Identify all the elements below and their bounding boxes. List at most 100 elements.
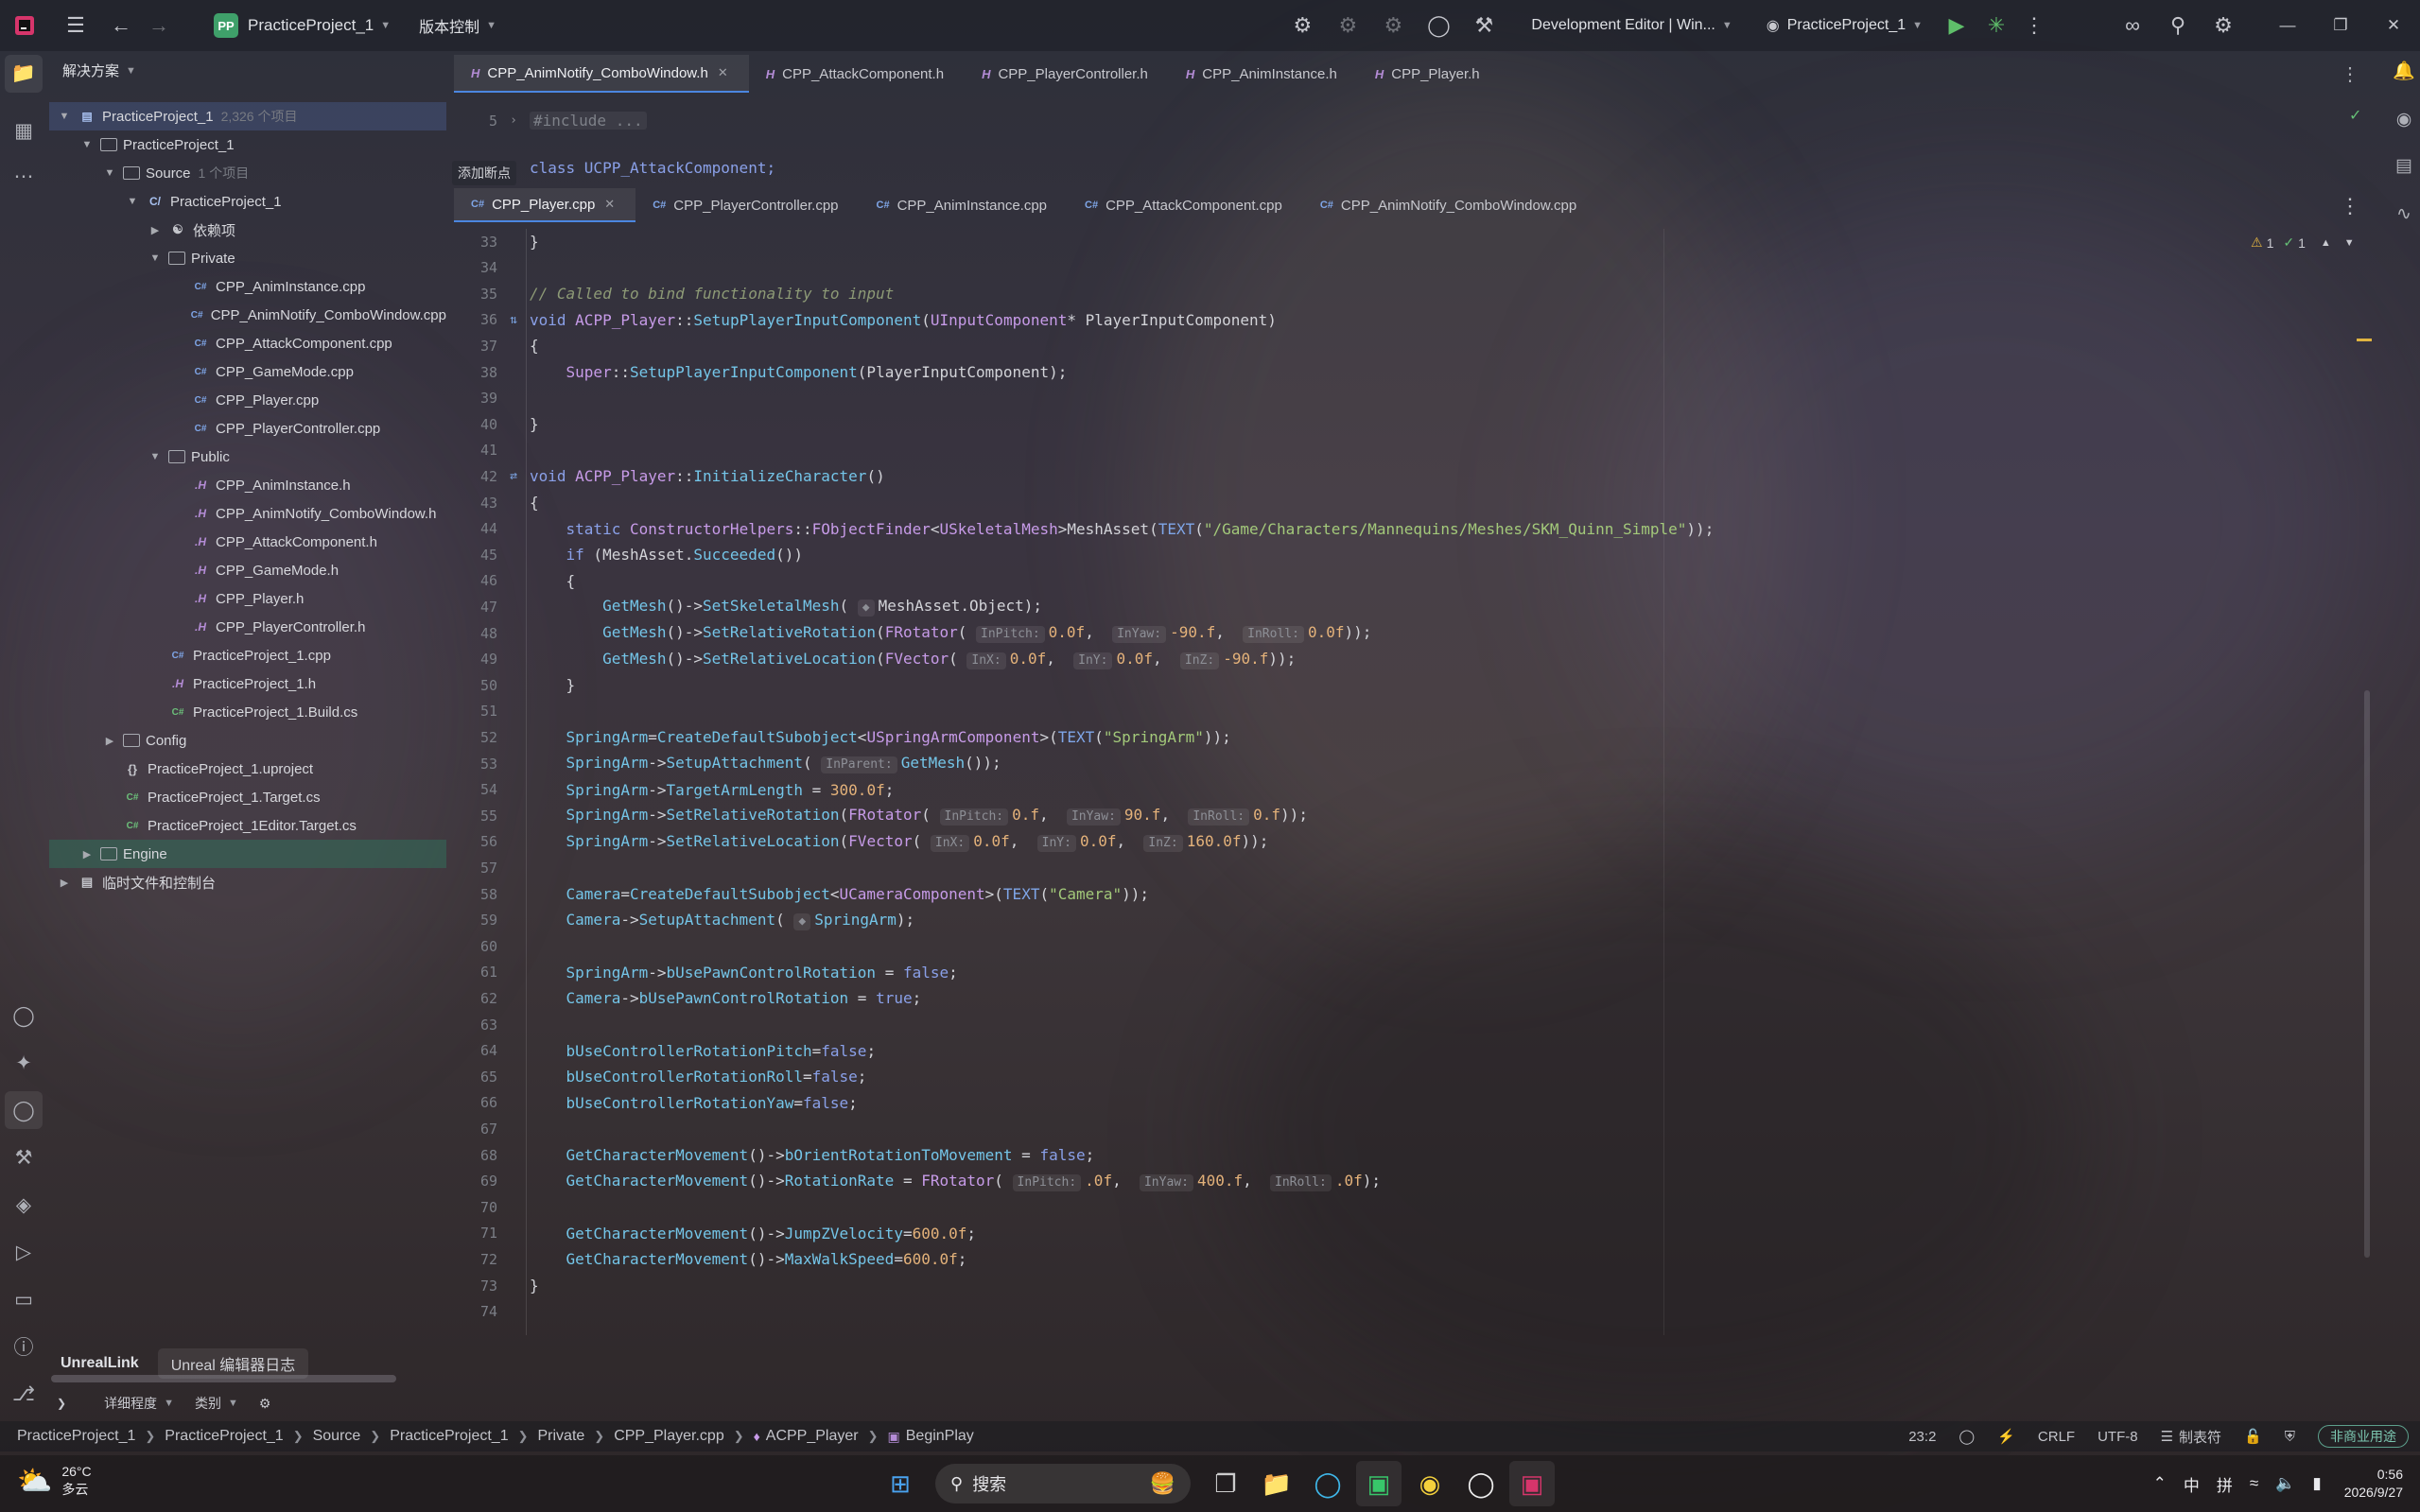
- editor-tab[interactable]: H CPP_PlayerController.h: [965, 55, 1169, 93]
- ai-assistant-icon[interactable]: ∞: [2110, 13, 2155, 38]
- tree-item[interactable]: {} PracticeProject_1.uproject: [49, 755, 446, 783]
- settings-gear-icon[interactable]: ⚙: [2201, 13, 2246, 38]
- expand-chevron-icon[interactable]: ❯: [57, 1397, 66, 1410]
- blueprint-icon[interactable]: ✦: [0, 1044, 47, 1082]
- unit-tests-icon[interactable]: ◈: [0, 1186, 47, 1224]
- search-icon[interactable]: ⚲: [2155, 13, 2201, 38]
- tree-item[interactable]: .H CPP_AttackComponent.h: [49, 528, 446, 556]
- services-icon[interactable]: ◯: [0, 997, 47, 1034]
- tree-item[interactable]: .H CPP_AnimInstance.h: [49, 471, 446, 499]
- volume-icon[interactable]: 🔈: [2275, 1474, 2295, 1493]
- breadcrumb-item[interactable]: PracticeProject_1: [390, 1428, 508, 1445]
- close-button[interactable]: ✕: [2367, 0, 2420, 51]
- chevron-down-icon[interactable]: ▼: [102, 167, 117, 179]
- unreal-link-icon[interactable]: ◯: [5, 1091, 43, 1129]
- build-icon[interactable]: ⚒: [0, 1138, 47, 1176]
- tree-item[interactable]: C# CPP_Player.cpp: [49, 386, 446, 414]
- caret-position[interactable]: 23:2: [1908, 1429, 1936, 1445]
- version-control-menu[interactable]: 版本控制 ▼: [419, 14, 496, 37]
- chevron-down-icon[interactable]: ▼: [125, 196, 140, 207]
- more-vertical-icon[interactable]: ⋮: [2015, 13, 2053, 38]
- terminal-icon[interactable]: ▭: [0, 1280, 47, 1318]
- rider-app-icon[interactable]: ▣: [1509, 1461, 1555, 1506]
- tree-item[interactable]: .H CPP_AnimNotify_ComboWindow.h: [49, 499, 446, 528]
- tree-item[interactable]: .H PracticeProject_1.h: [49, 669, 446, 698]
- tree-item[interactable]: ▶ Engine: [49, 840, 446, 868]
- inspection-level-icon[interactable]: ⚡: [1997, 1428, 2015, 1445]
- game-app-icon[interactable]: ◉: [1407, 1461, 1453, 1506]
- minimize-button[interactable]: —: [2261, 0, 2314, 51]
- ime-mode[interactable]: 中: [2184, 1472, 2200, 1496]
- tree-item[interactable]: ▼ C/PracticeProject_1: [49, 187, 446, 216]
- log-settings-gear-icon[interactable]: ⚙: [259, 1396, 271, 1412]
- breadcrumb-item[interactable]: Source: [313, 1428, 361, 1445]
- chevron-down-icon[interactable]: ▼: [79, 139, 95, 150]
- tree-item[interactable]: C# CPP_AnimInstance.cpp: [49, 272, 446, 301]
- unreal-package-icon[interactable]: ⚙: [1370, 13, 1416, 38]
- restore-button[interactable]: ❐: [2314, 0, 2367, 51]
- tree-item[interactable]: ▼ ▤ PracticeProject_1 2,326 个项目: [49, 102, 446, 130]
- tree-item[interactable]: C# PracticeProject_1.Target.cs: [49, 783, 446, 811]
- close-tab-icon[interactable]: ✕: [718, 65, 728, 80]
- ai-chat-icon[interactable]: ◉: [2388, 103, 2420, 135]
- unreal-cook-icon[interactable]: ⚙: [1325, 13, 1370, 38]
- line-ending[interactable]: CRLF: [2038, 1429, 2075, 1445]
- clock[interactable]: 0:56 2026/9/27: [2344, 1466, 2403, 1502]
- editor-tab[interactable]: H CPP_AttackComponent.h: [749, 55, 965, 93]
- chevron-down-icon[interactable]: ▼: [57, 111, 72, 122]
- close-tab-icon[interactable]: ✕: [604, 197, 615, 212]
- weather-widget[interactable]: ⛅ 26°C 多云: [17, 1463, 92, 1499]
- editor-tab[interactable]: H CPP_Player.h: [1358, 55, 1501, 93]
- background-tasks-icon[interactable]: ◯: [1959, 1428, 1975, 1445]
- structure-icon[interactable]: ▦: [0, 112, 47, 149]
- tree-item[interactable]: ▼ Source 1 个项目: [49, 159, 446, 187]
- chevron-right-icon[interactable]: ▶: [148, 224, 163, 236]
- breadcrumb-item[interactable]: Private: [538, 1428, 585, 1445]
- tabs-more-icon[interactable]: ⋮: [2336, 191, 2364, 221]
- tree-item[interactable]: C# CPP_PlayerController.cpp: [49, 414, 446, 443]
- tree-item[interactable]: C# PracticeProject_1.Build.cs: [49, 698, 446, 726]
- navigate-related-icon[interactable]: ⇄: [497, 469, 530, 483]
- collapsed-include[interactable]: #include ...: [530, 112, 647, 130]
- run-configuration-selector[interactable]: Development Editor | Win... ▼: [1531, 17, 1732, 34]
- breadcrumb-item[interactable]: ACPP_Player: [766, 1428, 859, 1445]
- editor-tab[interactable]: C# CPP_PlayerController.cpp: [635, 188, 859, 222]
- battery-icon[interactable]: ▮: [2312, 1474, 2321, 1493]
- task-view-icon[interactable]: ❐: [1203, 1461, 1248, 1506]
- notifications-bell-icon[interactable]: 🔔: [2388, 55, 2420, 87]
- implements-marker-icon[interactable]: ⇅: [497, 313, 530, 327]
- editor-tab[interactable]: H CPP_AnimNotify_ComboWindow.h ✕: [454, 55, 749, 93]
- project-selector[interactable]: PP PracticeProject_1 ▼: [214, 13, 391, 38]
- tab-unreallink[interactable]: UnrealLink: [47, 1351, 152, 1376]
- tree-item[interactable]: C# PracticeProject_1Editor.Target.cs: [49, 811, 446, 840]
- run-target-selector[interactable]: ◉ PracticeProject_1 ▼: [1767, 16, 1923, 35]
- tray-overflow-icon[interactable]: ⌃: [2153, 1474, 2167, 1493]
- tree-item[interactable]: C# CPP_AttackComponent.cpp: [49, 329, 446, 357]
- solution-explorer-header[interactable]: 解决方案 ▼: [62, 61, 136, 80]
- tree-item[interactable]: ▶ ▤ 临时文件和控制台: [49, 868, 446, 896]
- tree-item[interactable]: ▼ PracticeProject_1: [49, 130, 446, 159]
- editor-tab[interactable]: H CPP_AnimInstance.h: [1169, 55, 1358, 93]
- tabs-more-icon[interactable]: ⋮: [2336, 59, 2364, 89]
- category-dropdown[interactable]: 类别 ▼: [195, 1394, 238, 1413]
- ime-pinyin[interactable]: 拼: [2217, 1472, 2233, 1496]
- main-menu-icon[interactable]: ☰: [55, 13, 96, 38]
- taskbar-search[interactable]: ⚲ 搜索 🍔: [935, 1464, 1191, 1503]
- back-arrow-icon[interactable]: ←: [102, 13, 140, 38]
- wifi-icon[interactable]: ≈: [2250, 1474, 2258, 1493]
- unreal-engine-app-icon[interactable]: ◯: [1458, 1461, 1504, 1506]
- file-explorer-icon[interactable]: 📁: [1254, 1461, 1299, 1506]
- unreal-build-icon[interactable]: ⚙: [1280, 13, 1325, 38]
- tree-item[interactable]: ▼ Public: [49, 443, 446, 471]
- run-panel-icon[interactable]: ▷: [0, 1233, 47, 1271]
- debug-icon[interactable]: ✳: [1977, 13, 2015, 38]
- tree-item[interactable]: .H CPP_PlayerController.h: [49, 613, 446, 641]
- run-icon[interactable]: ▶: [1936, 13, 1977, 38]
- database-icon[interactable]: ▤: [2388, 149, 2420, 182]
- terminal-app-icon[interactable]: ▣: [1356, 1461, 1402, 1506]
- windows-start-icon[interactable]: ⊞: [878, 1461, 923, 1506]
- breadcrumb-item[interactable]: PracticeProject_1: [165, 1428, 283, 1445]
- fold-chevron-icon[interactable]: ›: [497, 113, 530, 128]
- more-tools-icon[interactable]: ⋯: [0, 157, 47, 195]
- chevron-right-icon[interactable]: ▶: [102, 735, 117, 747]
